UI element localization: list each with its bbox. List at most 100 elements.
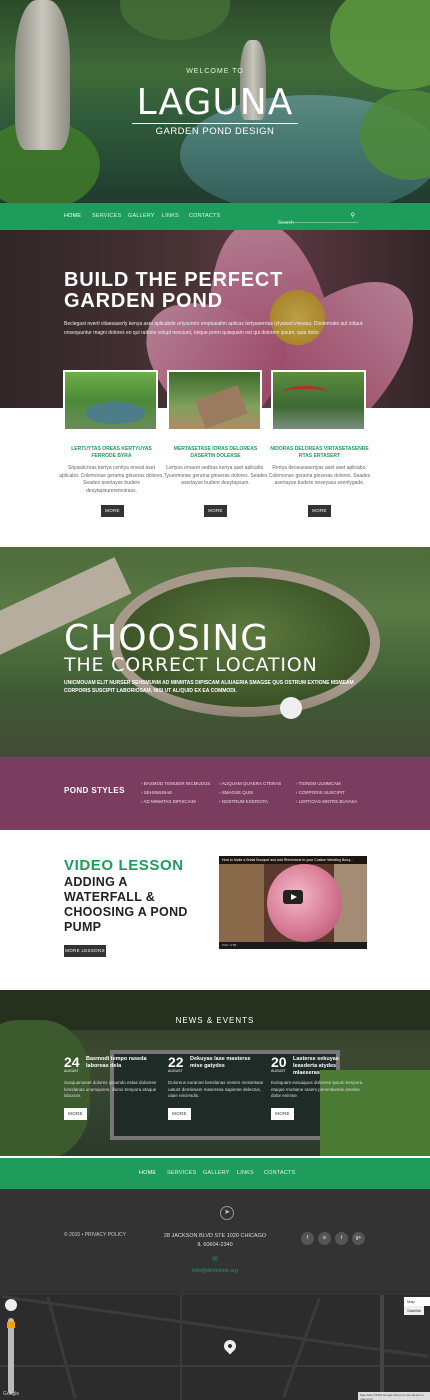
feature-more-button-1[interactable]: MORE [101, 505, 124, 517]
intro-title-line2: GARDEN POND [64, 290, 223, 312]
map[interactable] [0, 1295, 430, 1400]
nav-item-services[interactable]: SERVICES [92, 213, 121, 219]
footer-nav-item-gallery[interactable]: GALLERY [203, 1170, 230, 1176]
news-day-2: 22 [168, 1054, 184, 1070]
video-heading: VIDEO LESSON [64, 857, 184, 874]
style-link[interactable]: › SEHSMUNAE [141, 790, 172, 795]
style-link[interactable]: › SMAGSE QUIS [219, 790, 253, 795]
news-more-button-1[interactable]: MORE [64, 1108, 87, 1120]
news-text-3: Kuisquam eosuiquos dolorese ipsum tempor… [271, 1080, 363, 1098]
nav-item-contacts[interactable]: CONTACTS [189, 213, 220, 219]
google-plus-icon[interactable]: g+ [352, 1232, 365, 1245]
location-title-line2: THE CORRECT LOCATION [64, 654, 318, 676]
map-pan-control[interactable] [5, 1299, 17, 1311]
style-link[interactable]: › TIONEM ULMMCAM [296, 781, 341, 786]
video-controls[interactable]: 0:00 / 2:58 [219, 942, 367, 949]
hero-welcome: WELCOME TO [186, 68, 244, 75]
feature-text-3: Rertya deosueasertyas aset aset aplicabo… [268, 465, 371, 486]
more-lessons-button[interactable]: MORE LESSONS [64, 945, 106, 957]
address: 28 JACKSON BLVD STE 1020 CHICAGO IL 6060… [140, 1232, 290, 1250]
news-headline-3[interactable]: Lasterse sekuyas leasderta atydes mlaese… [293, 1056, 361, 1077]
news-more-button-3[interactable]: MORE [271, 1108, 294, 1120]
site-logo[interactable]: LAGUNA [0, 82, 430, 123]
news-headline-1[interactable]: Basmodi tempo raseda laboreas dela [86, 1056, 154, 1070]
style-link-label: AD MINMTAS DIPISCIAM [143, 799, 196, 804]
main-nav: HOME SERVICES GALLERY LINKS CONTACTS ⚲ [0, 203, 430, 230]
news-banner [0, 990, 430, 1156]
feature-title-1[interactable]: LERTUYTAS OREAS KERTYUYAS FERRODE BYRA [59, 446, 164, 460]
news-text-2: Doloreus euramet loreslanas nesem messet… [168, 1080, 264, 1098]
news-month-2: AUGUST [168, 1069, 183, 1073]
feature-more-button-3[interactable]: MORE [308, 505, 331, 517]
style-link[interactable]: › LERTIOAS MNTRS BUYASA [296, 799, 357, 804]
style-link[interactable]: › AD MINMTAS DIPISCIAM [141, 799, 196, 804]
feature-image-3[interactable] [271, 370, 366, 431]
map-type-satellite[interactable]: Satellite [404, 1306, 425, 1315]
news-month-3: AUGUST [271, 1069, 286, 1073]
nav-item-gallery[interactable]: GALLERY [128, 213, 155, 219]
address-line2: IL 60604-2340 [197, 1242, 233, 1248]
style-link-label: LERTIOAS MNTRS BUYASA [298, 799, 358, 804]
map-zoom-slider[interactable] [8, 1318, 14, 1394]
news-title: NEWS & EVENTS [175, 1016, 255, 1025]
intro-title: BUILD THE PERFECT GARDEN POND [64, 270, 324, 312]
footer-nav-item-services[interactable]: SERVICES [167, 1170, 196, 1176]
copyright-text[interactable]: © 2015 • PRIVACY POLICY [64, 1232, 126, 1238]
map-terms[interactable]: Map data ©2015 Google Terms of Use Repor… [358, 1392, 430, 1400]
footer-nav-item-contacts[interactable]: CONTACTS [264, 1170, 295, 1176]
style-link[interactable]: › ALIQUAM QUAERA CTERAS [219, 781, 281, 786]
map-type-control[interactable]: MapSatellite [404, 1297, 430, 1315]
video-thumbnail [267, 864, 342, 942]
style-link-label: BASMOD TEMUIER NICMUDUS [143, 781, 211, 786]
news-text-1: Susquamaset dolores ipsumdo estas dolore… [64, 1080, 157, 1098]
style-link-label: SMAGSE QUIS [221, 790, 254, 795]
news-headline-2[interactable]: Dekuyas lase masterse mise gatydes [190, 1056, 258, 1070]
play-icon[interactable] [283, 890, 303, 904]
intro-text: Beclegast nverti vitaesaserly kenya aset… [64, 321, 364, 336]
footer-nav-item-links[interactable]: LINKS [237, 1170, 254, 1176]
style-link[interactable]: › NOSTRUM EXERCITA [219, 799, 268, 804]
video-title[interactable]: How to Make a Bridal Bouquet and add Rhi… [219, 856, 367, 864]
map-zoom-handle[interactable] [7, 1322, 15, 1328]
email-link[interactable]: info@demolink.org [140, 1268, 290, 1274]
compass-icon: ➤ [220, 1206, 234, 1220]
rss-icon[interactable]: ⊙ [318, 1232, 331, 1245]
feature-title-3[interactable]: NIDORAS DELOREAS VIRTASETASENRE RTAS ERT… [267, 446, 372, 460]
footer-nav-item-home[interactable]: HOME [139, 1170, 156, 1176]
feature-text-1: Sityasdcnras kertya cenltya erseat aset … [59, 465, 164, 494]
feature-text-2: Lertyus enraret sedtras kenya aset aplic… [163, 465, 268, 486]
nav-item-links[interactable]: LINKS [162, 213, 179, 219]
style-link-label: SEHSMUNAE [143, 790, 173, 795]
google-logo[interactable]: Google [3, 1391, 19, 1397]
search-icon[interactable]: ⚲ [351, 212, 355, 219]
style-link[interactable]: › CORPORIS SUSCIPIT [296, 790, 345, 795]
style-link-label: ALIQUAM QUAERA CTERAS [221, 781, 282, 786]
feature-more-button-2[interactable]: MORE [204, 505, 227, 517]
feature-image-2[interactable] [167, 370, 262, 431]
news-month-1: AUGUST [64, 1069, 79, 1073]
news-day-3: 20 [271, 1054, 287, 1070]
search-box: ⚲ [278, 211, 358, 226]
search-input[interactable] [278, 220, 348, 226]
envelope-icon: ✉ [212, 1256, 218, 1263]
hero-tagline: GARDEN POND DESIGN [155, 126, 275, 137]
nav-item-home[interactable]: HOME [64, 213, 81, 219]
map-type-map[interactable]: Map [404, 1297, 418, 1306]
feature-image-1[interactable] [63, 370, 158, 431]
video-player[interactable]: How to Make a Bridal Bouquet and add Rhi… [219, 856, 367, 949]
pond-styles-title: POND STYLES [64, 786, 125, 795]
intro-title-line1: BUILD THE PERFECT [64, 269, 284, 291]
footer-nav: HOME SERVICES GALLERY LINKS CONTACTS [0, 1158, 430, 1189]
style-link-label: NOSTRUM EXERCITA [221, 799, 268, 804]
logo-divider [132, 123, 298, 124]
address-line1: 28 JACKSON BLVD STE 1020 CHICAGO [163, 1233, 267, 1239]
news-more-button-2[interactable]: MORE [168, 1108, 191, 1120]
news-day-1: 24 [64, 1054, 80, 1070]
location-title-line1: CHOOSING [64, 618, 270, 659]
twitter-icon[interactable]: t [335, 1232, 348, 1245]
style-link-label: CORPORIS SUSCIPIT [298, 790, 345, 795]
video-time: 0:00 / 2:58 [222, 943, 237, 947]
facebook-icon[interactable]: f [301, 1232, 314, 1245]
feature-title-2[interactable]: MERTASETASE IORAS DELOREAS DASERTM DOLEK… [163, 446, 268, 460]
style-link[interactable]: › BASMOD TEMUIER NICMUDUS [141, 781, 210, 786]
